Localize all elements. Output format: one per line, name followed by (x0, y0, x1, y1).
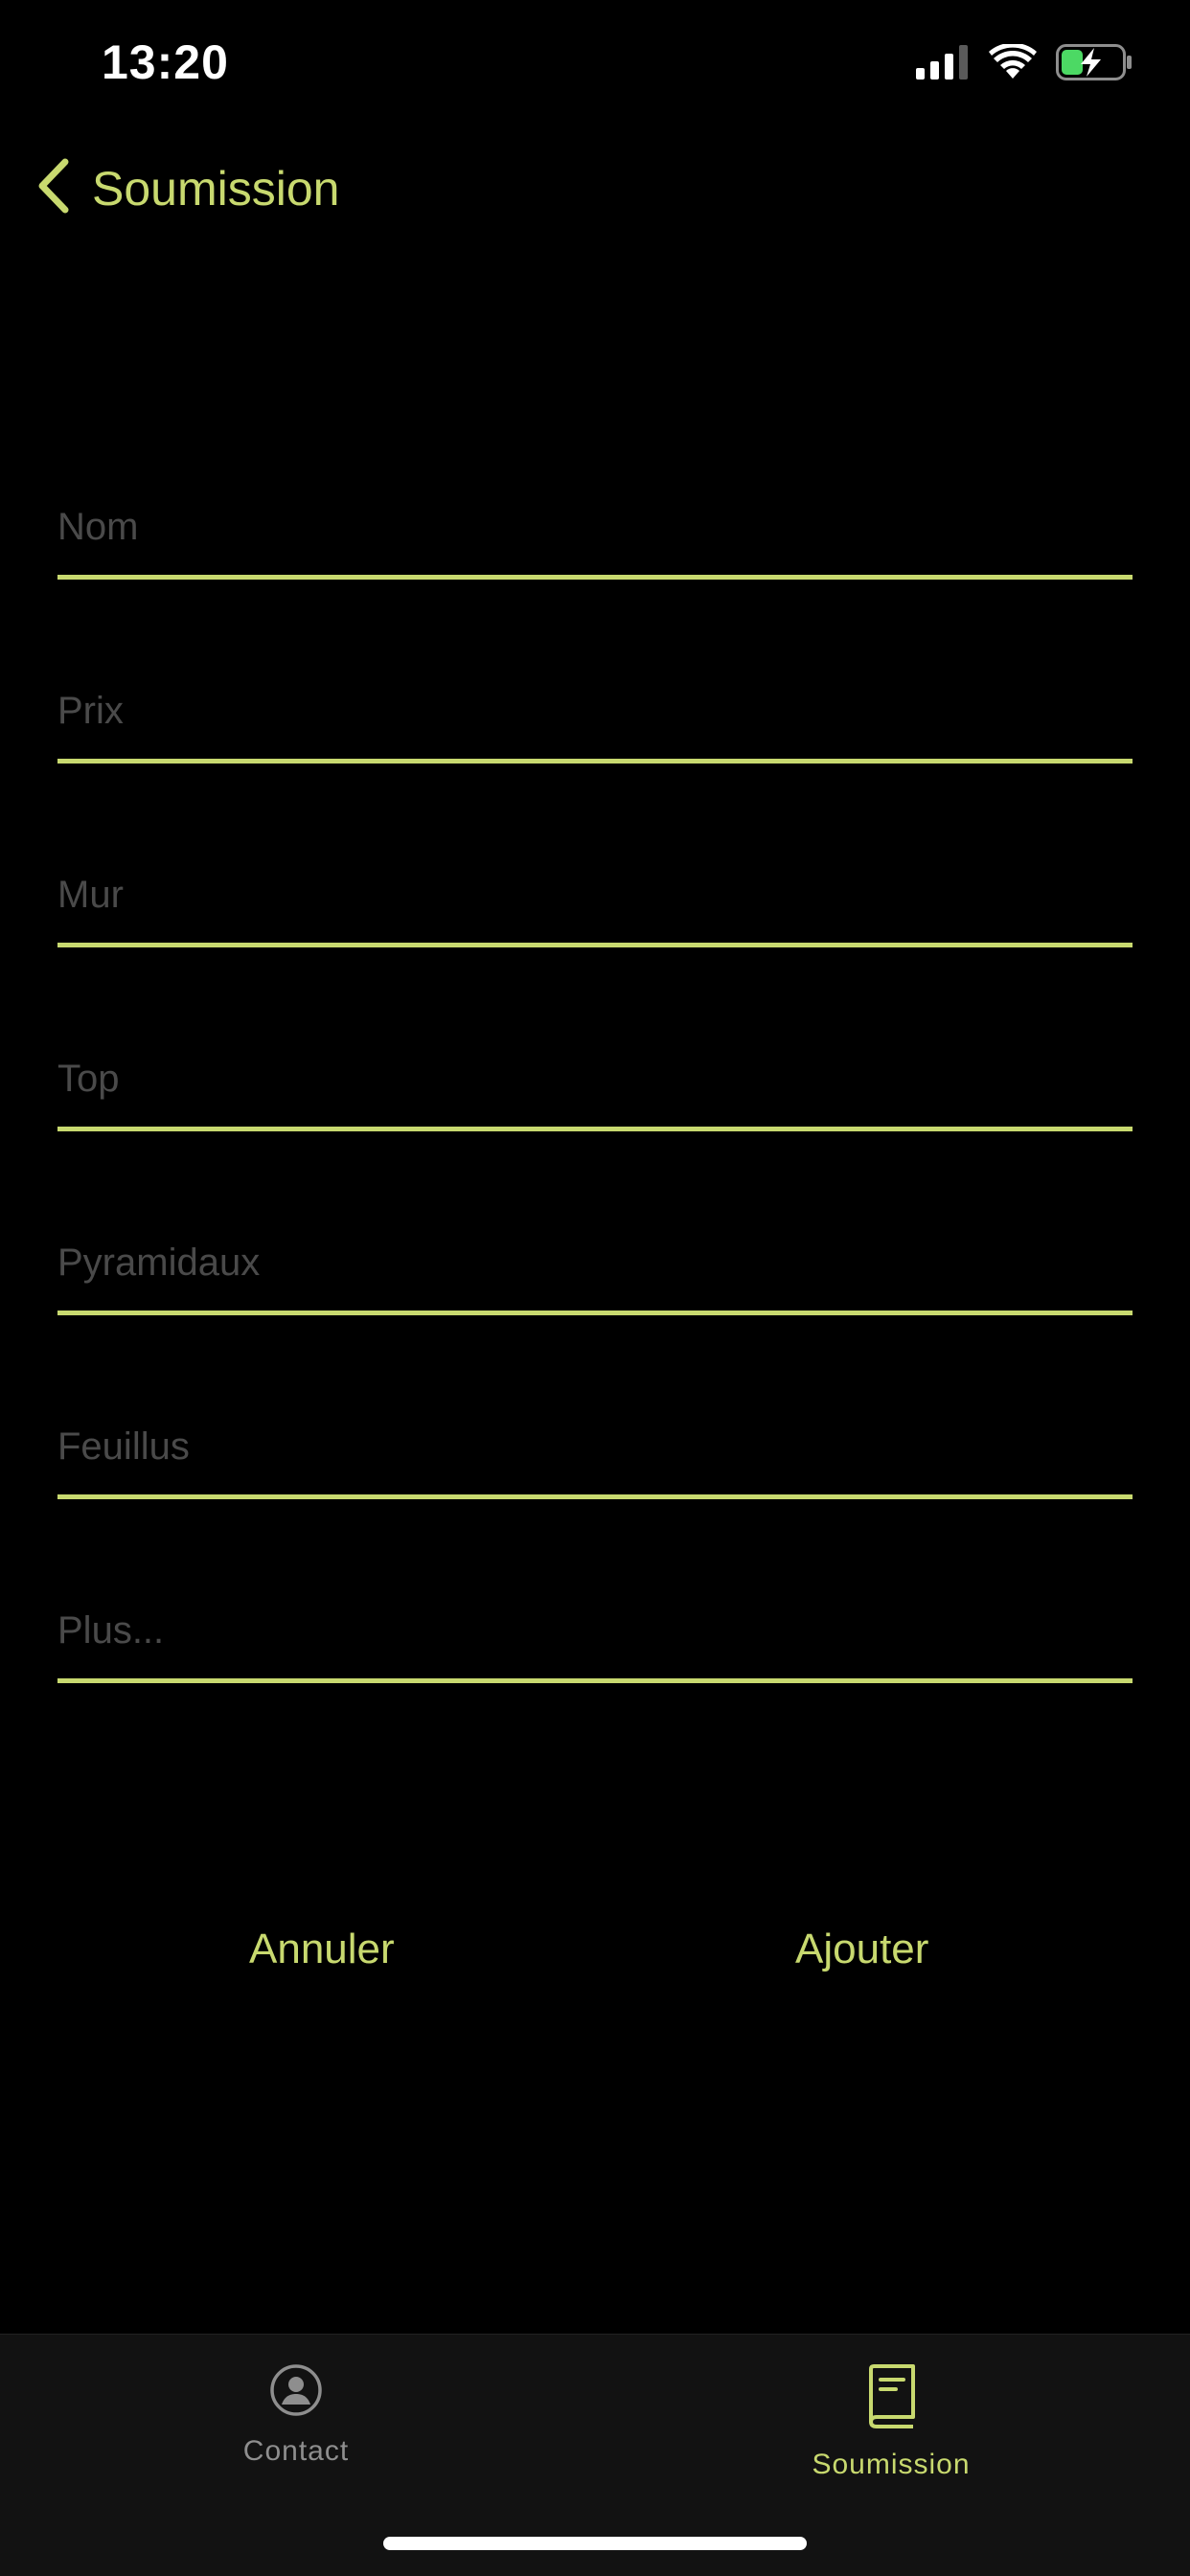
field-underline (57, 1494, 1133, 1499)
submission-form (57, 460, 1133, 1747)
plus-input[interactable] (57, 1592, 1133, 1669)
field-underline (57, 1678, 1133, 1683)
battery-charging-icon (1056, 44, 1133, 85)
pyramidaux-input[interactable] (57, 1224, 1133, 1301)
status-time: 13:20 (102, 35, 229, 89)
field-plus (57, 1563, 1133, 1747)
tab-soumission-label: Soumission (812, 2449, 971, 2480)
status-icons (916, 42, 1133, 85)
tab-contact[interactable]: Contact (152, 2363, 440, 2468)
field-prix (57, 644, 1133, 828)
mur-input[interactable] (57, 856, 1133, 933)
navigation-bar: Soumission (0, 144, 1190, 239)
field-pyramidaux (57, 1196, 1133, 1379)
top-input[interactable] (57, 1040, 1133, 1117)
back-button-label: Soumission (92, 161, 340, 216)
field-top (57, 1012, 1133, 1196)
prix-input[interactable] (57, 672, 1133, 749)
field-underline (57, 943, 1133, 947)
add-button[interactable]: Ajouter (795, 1926, 928, 1973)
field-mur (57, 828, 1133, 1012)
person-circle-icon (269, 2363, 323, 2422)
field-underline (57, 575, 1133, 580)
field-underline (57, 759, 1133, 764)
cancel-button[interactable]: Annuler (249, 1926, 395, 1973)
chevron-left-icon (34, 157, 71, 219)
wifi-icon (989, 42, 1037, 85)
tab-contact-label: Contact (242, 2435, 350, 2467)
field-underline (57, 1311, 1133, 1315)
field-feuillus (57, 1379, 1133, 1563)
field-nom (57, 460, 1133, 644)
home-indicator (383, 2537, 807, 2550)
feuillus-input[interactable] (57, 1408, 1133, 1485)
form-actions: Annuler Ajouter (0, 1926, 1190, 1993)
field-underline (57, 1127, 1133, 1131)
back-button[interactable]: Soumission (34, 157, 339, 219)
tab-soumission[interactable]: Soumission (747, 2363, 1035, 2481)
book-icon (863, 2363, 919, 2435)
nom-input[interactable] (57, 489, 1133, 565)
status-bar: 13:20 (0, 0, 1190, 134)
cellular-signal-icon (916, 45, 970, 84)
